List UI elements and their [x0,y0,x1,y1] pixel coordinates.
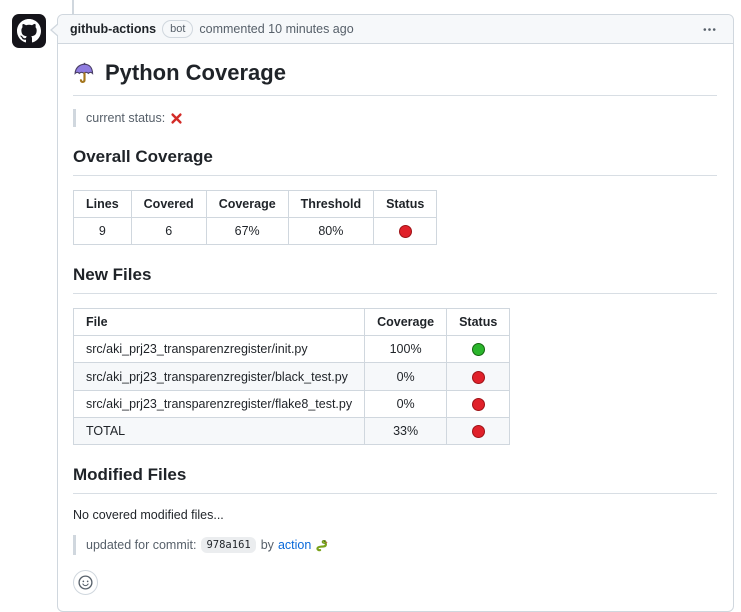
status-dot-icon [472,371,485,384]
column-header: Status [374,191,437,218]
comment-meta[interactable]: commented 10 minutes ago [199,22,353,36]
table-row: 9 6 67% 80% [74,218,437,245]
column-header: File [74,309,365,336]
comment-body: Python Coverage current status: Overall … [58,44,733,611]
smiley-icon [78,575,93,590]
overall-coverage-heading: Overall Coverage [73,147,717,176]
commit-sha: 978a161 [201,537,255,553]
table-row: src/aki_prj23_transparenzregister/flake8… [74,390,510,417]
umbrella-icon [73,62,96,85]
column-header: Coverage [365,309,447,336]
timeline-line-top [72,0,74,14]
report-title-text: Python Coverage [105,60,286,86]
lines-value: 9 [74,218,132,245]
new-files-heading: New Files [73,265,717,294]
commit-footer-quote: updated for commit: 978a161 by action [73,535,717,555]
total-label: TOTAL [74,417,365,444]
coverage-value: 0% [365,390,447,417]
table-row: TOTAL 33% [74,417,510,444]
cross-mark-icon [170,112,183,125]
status-dot-icon [399,225,412,238]
no-modified-files-message: No covered modified files... [73,508,717,522]
commit-footer-label: updated for commit: [86,538,196,552]
table-row: src/aki_prj23_transparenzregister/black_… [74,363,510,390]
current-status-quote: current status: [73,109,717,127]
bot-badge: bot [162,20,193,38]
column-header: Lines [74,191,132,218]
action-link[interactable]: action [278,538,311,552]
coverage-value: 67% [206,218,288,245]
coverage-value: 100% [365,336,447,363]
table-row: src/aki_prj23_transparenzregister/init.p… [74,336,510,363]
status-dot-icon [472,398,485,411]
overall-coverage-table: Lines Covered Coverage Threshold Status … [73,190,437,245]
coverage-value: 33% [365,417,447,444]
report-title: Python Coverage [73,60,717,96]
github-actions-avatar[interactable] [12,14,46,48]
column-header: Threshold [288,191,373,218]
snake-icon [313,538,328,553]
modified-files-heading: Modified Files [73,465,717,494]
file-path: src/aki_prj23_transparenzregister/black_… [74,363,365,390]
column-header: Status [447,309,510,336]
status-dot-icon [472,425,485,438]
current-status-label: current status: [86,111,165,125]
coverage-value: 0% [365,363,447,390]
comment-header: github-actions bot commented 10 minutes … [58,15,733,44]
comment-card: github-actions bot commented 10 minutes … [57,14,734,612]
column-header: Coverage [206,191,288,218]
new-files-table: File Coverage Status src/aki_prj23_trans… [73,308,510,445]
reaction-row [73,570,717,595]
file-path: src/aki_prj23_transparenzregister/init.p… [74,336,365,363]
add-reaction-button[interactable] [73,570,98,595]
covered-value: 6 [131,218,206,245]
file-path: src/aki_prj23_transparenzregister/flake8… [74,390,365,417]
author-link[interactable]: github-actions [70,22,156,36]
kebab-menu-icon [702,22,717,37]
threshold-value: 80% [288,218,373,245]
status-dot-icon [472,343,485,356]
comment-options-button[interactable] [698,20,721,39]
github-logo-icon [17,19,41,43]
column-header: Covered [131,191,206,218]
by-text: by [261,538,274,552]
